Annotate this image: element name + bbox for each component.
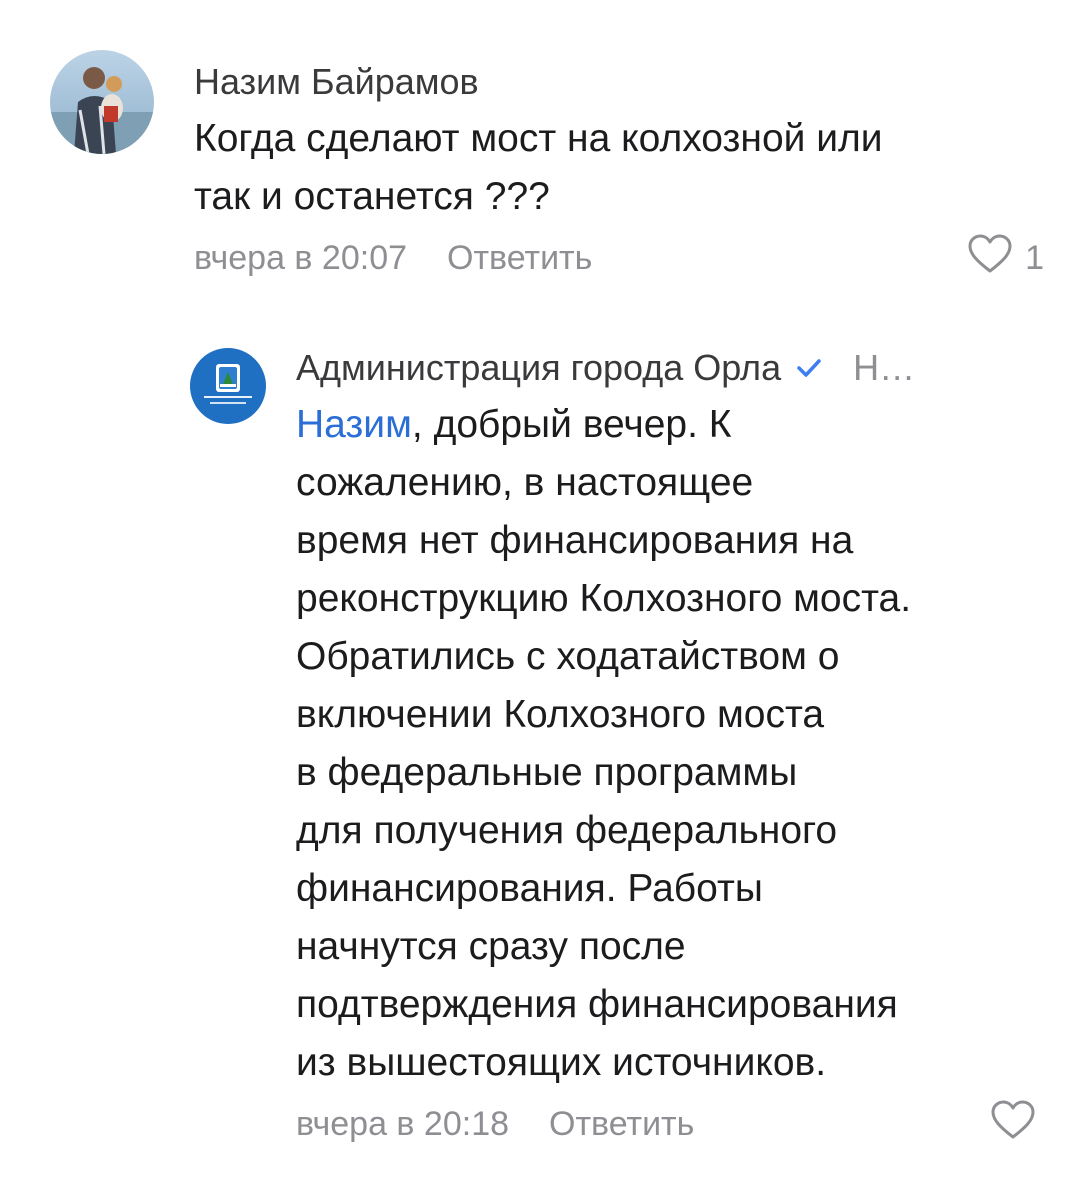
author-row: Администрация города Орла Н…: [296, 344, 1036, 392]
heart-outline-icon: [967, 233, 1013, 284]
comment-meta: вчера в 20:07 Ответить 1: [194, 230, 1044, 286]
like-button[interactable]: 1: [967, 233, 1044, 284]
text-line: в федеральные программы: [296, 751, 798, 794]
heart-outline-icon: [990, 1099, 1036, 1150]
text-line: Когда сделают мост на колхозной или: [194, 117, 883, 160]
comment-text: Назим, добрый вечер. К сожалению, в наст…: [296, 396, 1036, 1092]
text-line: реконструкцию Колхозного моста.: [296, 577, 912, 620]
timestamp: вчера в 20:18: [296, 1104, 510, 1143]
comment-content: Администрация города Орла Н… Назим, добр…: [296, 344, 1036, 1152]
text-line: подтверждения финансирования: [296, 983, 898, 1026]
text-line: так и останется ???: [194, 175, 550, 218]
like-count: 1: [1025, 238, 1044, 277]
comment-content: Назим Байрамов Когда сделают мост на кол…: [194, 58, 1044, 286]
author-name[interactable]: Назим Байрамов: [194, 58, 479, 106]
timestamp: вчера в 20:07: [194, 238, 408, 277]
mention-link[interactable]: Назим: [296, 403, 412, 446]
reply-target-name[interactable]: Н…: [853, 344, 915, 392]
reply-button[interactable]: Ответить: [549, 1105, 694, 1144]
text-line: сожалению, в настоящее: [296, 461, 754, 504]
reply-button[interactable]: Ответить: [447, 239, 592, 278]
text-line: время нет финансирования на: [296, 519, 854, 562]
avatar[interactable]: [190, 348, 266, 424]
comment-text: Когда сделают мост на колхозной или так …: [194, 110, 1044, 226]
text-fragment: , добрый вечер. К: [411, 403, 732, 446]
comment-meta: вчера в 20:18 Ответить: [296, 1096, 1036, 1152]
text-line: начнутся сразу после: [296, 925, 686, 968]
text-line: из вышестоящих источников.: [296, 1041, 827, 1084]
author-row: Назим Байрамов: [194, 58, 1044, 106]
text-line: Назим, добрый вечер. К: [296, 396, 1036, 454]
text-line: Обратились с ходатайством о: [296, 635, 840, 678]
like-button[interactable]: [990, 1099, 1036, 1150]
text-line: включении Колхозного моста: [296, 693, 825, 736]
text-line: финансирования. Работы: [296, 867, 763, 910]
text-line: для получения федерального: [296, 809, 838, 852]
checkmark-icon: [795, 354, 823, 382]
author-name[interactable]: Администрация города Орла: [296, 344, 781, 392]
avatar[interactable]: [50, 50, 154, 154]
